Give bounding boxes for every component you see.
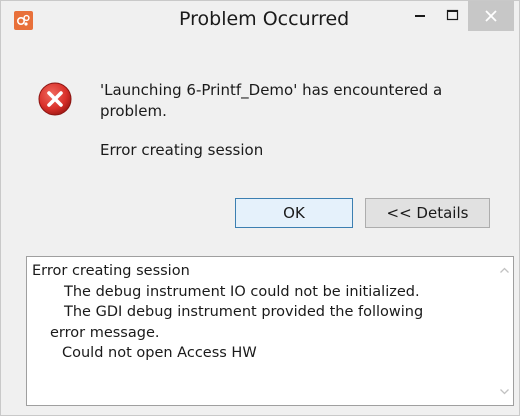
app-icon bbox=[14, 11, 33, 30]
details-line: The debug instrument IO could not be ini… bbox=[64, 283, 420, 300]
details-text: Error creating session The debug instrum… bbox=[32, 261, 492, 364]
scroll-down-icon[interactable] bbox=[496, 383, 513, 400]
window-title: Problem Occurred bbox=[179, 8, 350, 30]
ok-button[interactable]: OK bbox=[235, 198, 353, 228]
details-line: Error creating session bbox=[32, 263, 190, 279]
error-message: 'Launching 6-Printf_Demo' has encountere… bbox=[100, 81, 443, 120]
minimize-icon bbox=[415, 15, 425, 17]
problem-dialog: Problem Occurred 'Launching 6-Printf_Dem… bbox=[0, 0, 520, 416]
maximize-icon bbox=[446, 9, 459, 21]
scroll-up-icon[interactable] bbox=[496, 262, 513, 279]
title-bar[interactable]: Problem Occurred bbox=[1, 1, 519, 39]
details-line: The GDI debug instrument provided the fo… bbox=[64, 304, 424, 320]
close-icon bbox=[485, 10, 497, 22]
minimize-button[interactable] bbox=[404, 1, 436, 31]
details-line: error message. bbox=[50, 324, 160, 341]
maximize-button[interactable] bbox=[436, 1, 468, 31]
error-icon bbox=[37, 81, 73, 117]
details-line: Could not open Access HW bbox=[62, 345, 257, 361]
details-button[interactable]: << Details bbox=[365, 198, 490, 228]
close-button[interactable] bbox=[468, 1, 514, 31]
details-text-area[interactable]: Error creating session The debug instrum… bbox=[26, 256, 514, 406]
error-detail-message: Error creating session bbox=[100, 141, 264, 159]
details-scrollbar[interactable] bbox=[496, 257, 513, 405]
